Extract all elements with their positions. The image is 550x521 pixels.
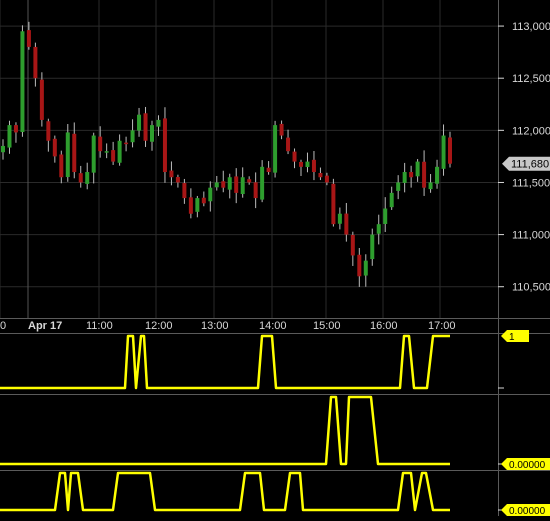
candle-body [273, 125, 278, 173]
indicator-value-label: 0.00000 [509, 506, 546, 516]
candle-body [175, 177, 180, 183]
candle-body [279, 123, 284, 136]
time-tick-label: 17:00 [428, 320, 456, 332]
time-tick-label: Apr 17 [28, 320, 62, 332]
candle-body [143, 113, 148, 141]
candle-body [253, 182, 258, 199]
candle-body [208, 187, 213, 202]
candle-body [441, 135, 446, 169]
candle-body [124, 142, 129, 145]
candle-body [234, 176, 239, 193]
candle-body [337, 213, 342, 224]
candle-body [72, 133, 77, 173]
candle-body [46, 121, 51, 141]
time-tick-label: 0 [0, 320, 6, 332]
candle-body [20, 31, 25, 133]
candle-body [98, 136, 103, 152]
time-tick-label: 15:00 [313, 320, 341, 332]
candle-body [448, 137, 452, 164]
candle-body [59, 154, 64, 178]
candle-body [33, 46, 38, 79]
candle-body [350, 234, 355, 256]
candle-body [409, 172, 414, 178]
candle-body [370, 234, 375, 260]
candle-body [1, 145, 5, 153]
candle-body [52, 138, 57, 157]
candle-body [85, 172, 90, 184]
time-tick-label: 13:00 [201, 320, 229, 332]
candle-body [363, 260, 368, 276]
candle-body [111, 150, 116, 162]
candle-body [383, 208, 388, 224]
candle-body [162, 118, 167, 173]
candle-body [324, 175, 329, 183]
candle-body [428, 182, 433, 190]
candle-body [247, 179, 252, 183]
candle-body [91, 135, 96, 173]
indicator-value-label: 1 [509, 332, 515, 343]
candle-body [260, 166, 265, 200]
candle-body [221, 181, 226, 188]
candle-body [227, 177, 232, 190]
candle-body [299, 161, 303, 167]
candle-body [305, 161, 310, 168]
candle-body [318, 173, 323, 178]
candle-body [169, 170, 174, 178]
candle-body [435, 166, 440, 184]
candle-body [188, 197, 193, 214]
candle-body [104, 151, 109, 153]
time-tick-label: 16:00 [370, 320, 398, 332]
candle-body [130, 130, 135, 143]
indicator-value-label: 0.00000 [509, 460, 546, 471]
candle-body [415, 161, 420, 177]
candle-body [402, 172, 407, 183]
price-tick-label: 110,500 [512, 282, 550, 294]
price-tick-label: 112,500 [512, 73, 550, 85]
candle-body [357, 254, 362, 277]
candle-body [13, 125, 18, 133]
time-tick-label: 12:00 [145, 320, 173, 332]
chart-canvas[interactable]: 113,000 112,500 112,000 111,500 111,000 110,5… [0, 0, 550, 517]
candle-body [214, 182, 219, 188]
candle-body [182, 183, 187, 199]
chart-background [0, 0, 550, 516]
current-price-label: 111,680 [511, 159, 549, 171]
candle-body [201, 197, 206, 204]
candle-body [39, 79, 44, 120]
price-tick-label: 112,000 [512, 125, 550, 137]
indicator-value-tag [501, 330, 529, 342]
candle-body [78, 173, 83, 183]
candle-body [156, 119, 161, 127]
candle-body [389, 192, 394, 208]
candle-body [396, 182, 401, 191]
candle-body [137, 114, 142, 131]
candle-body [117, 140, 122, 163]
candle-body [331, 183, 336, 225]
price-tick-label: 111,500 [512, 177, 550, 189]
candle-body [422, 161, 427, 188]
candle-body [286, 137, 291, 152]
time-tick-label: 11:00 [86, 320, 113, 332]
trading-chart-window: 113,000 112,500 112,000 111,500 111,000 110,5… [0, 0, 550, 517]
candle-body [65, 132, 70, 178]
candle-body [292, 151, 297, 162]
candle-body [311, 159, 316, 173]
candle-body [7, 125, 12, 148]
candle-body [240, 177, 245, 195]
candle-body [26, 30, 31, 47]
candle-body [376, 224, 381, 234]
time-tick-label: 14:00 [259, 320, 287, 332]
price-tick-label: 111,000 [512, 230, 550, 242]
candle-body [150, 125, 154, 142]
price-tick-label: 113,000 [512, 21, 550, 33]
candle-body [266, 167, 271, 173]
candle-body [344, 213, 349, 235]
candle-body [195, 198, 200, 212]
